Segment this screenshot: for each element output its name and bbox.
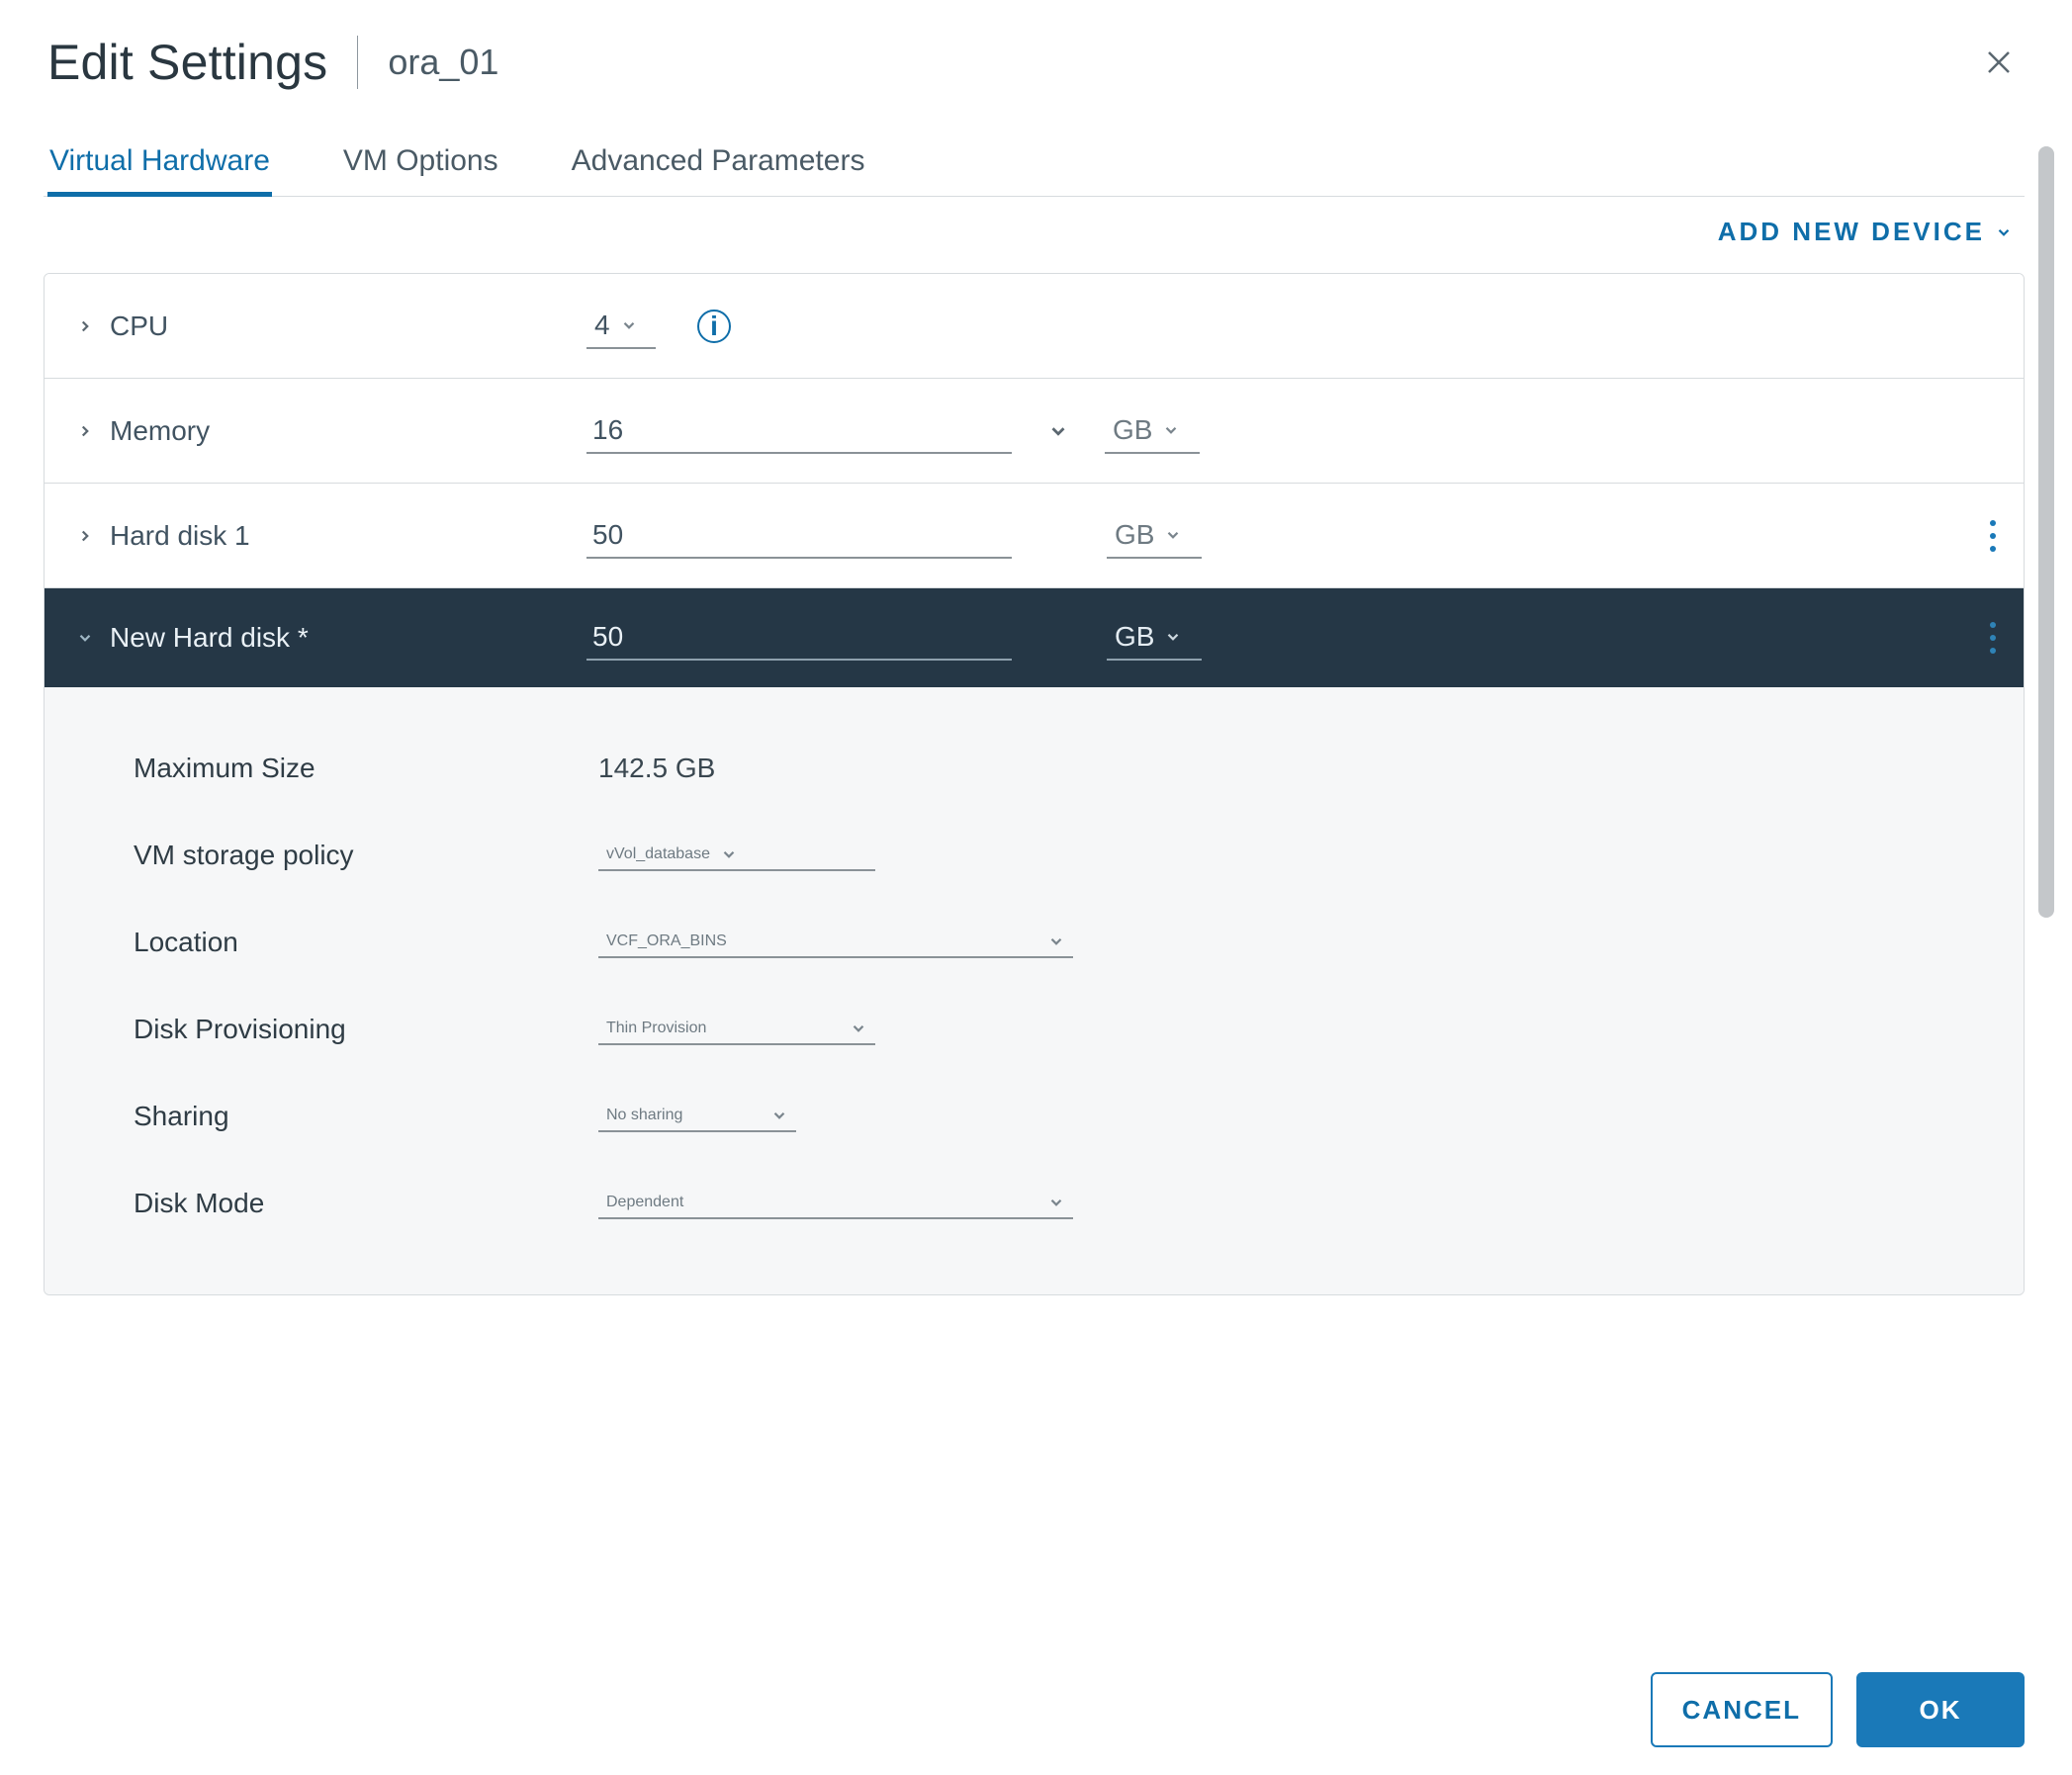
chevron-down-icon [720, 845, 738, 863]
disclosure-memory[interactable] [72, 418, 98, 444]
info-icon[interactable]: i [697, 310, 731, 343]
tab-virtual-hardware[interactable]: Virtual Hardware [47, 144, 272, 196]
storage-policy-label: VM storage policy [134, 840, 559, 871]
detail-sharing: Sharing No sharing [134, 1073, 1996, 1160]
chevron-down-icon [1995, 223, 2013, 241]
new-hdd-actions-menu[interactable] [1980, 618, 2006, 658]
scrollbar[interactable] [2038, 146, 2054, 918]
new-hdd-label: New Hard disk * [110, 622, 309, 654]
scrollbar-thumb[interactable] [2038, 146, 2054, 918]
detail-disk-mode: Disk Mode Dependent [134, 1160, 1996, 1247]
row-hard-disk-1: Hard disk 1 GB [45, 484, 2024, 588]
cpu-count-select[interactable]: 4 [586, 304, 656, 349]
disclosure-cpu[interactable] [72, 313, 98, 339]
sharing-select[interactable]: No sharing [598, 1101, 796, 1132]
disclosure-new-hdd[interactable] [72, 625, 98, 651]
add-new-device-button[interactable]: ADD NEW DEVICE [1718, 217, 2013, 247]
hdd1-actions-menu[interactable] [1980, 516, 2006, 556]
hdd1-label: Hard disk 1 [110, 520, 250, 552]
memory-label: Memory [110, 415, 210, 447]
memory-input[interactable] [586, 408, 1012, 454]
row-cpu: CPU 4 i [45, 274, 2024, 379]
hdd1-unit-value: GB [1115, 519, 1154, 551]
max-size-value: 142.5 GB [598, 753, 715, 784]
cpu-label: CPU [110, 311, 168, 342]
chevron-down-icon[interactable] [1047, 420, 1069, 442]
location-label: Location [134, 927, 559, 958]
location-select[interactable]: VCF_ORA_BINS [598, 927, 1073, 958]
hdd1-size-input[interactable] [586, 513, 1012, 559]
sharing-value: No sharing [606, 1107, 682, 1124]
chevron-down-icon [770, 1107, 788, 1124]
disk-mode-select[interactable]: Dependent [598, 1188, 1073, 1219]
detail-storage-policy: VM storage policy vVol_database [134, 812, 1996, 899]
chevron-down-icon [1164, 526, 1182, 544]
row-new-hard-disk: New Hard disk * GB [45, 588, 2024, 687]
memory-unit-value: GB [1113, 414, 1152, 446]
chevron-down-icon [1047, 1194, 1065, 1211]
cpu-count-value: 4 [594, 310, 610, 341]
chevron-down-icon [1164, 628, 1182, 646]
memory-unit-select[interactable]: GB [1105, 408, 1200, 454]
new-hdd-unit-value: GB [1115, 621, 1154, 653]
tabs: Virtual Hardware VM Options Advanced Par… [44, 115, 2025, 197]
divider [357, 36, 358, 89]
chevron-down-icon [850, 1020, 867, 1037]
location-value: VCF_ORA_BINS [606, 932, 727, 950]
add-new-device-label: ADD NEW DEVICE [1718, 217, 1985, 247]
hdd1-unit-select[interactable]: GB [1107, 513, 1202, 559]
ok-button[interactable]: OK [1856, 1672, 2025, 1747]
vm-name: ora_01 [388, 42, 498, 83]
chevron-down-icon [620, 316, 638, 334]
dialog-title: Edit Settings [47, 34, 327, 91]
detail-location: Location VCF_ORA_BINS [134, 899, 1996, 986]
new-hdd-unit-select[interactable]: GB [1107, 615, 1202, 661]
new-hdd-size-input[interactable] [586, 615, 1012, 661]
sharing-label: Sharing [134, 1101, 559, 1132]
dialog-footer: CANCEL OK [0, 1672, 2072, 1747]
tab-advanced-parameters[interactable]: Advanced Parameters [570, 144, 867, 196]
tab-vm-options[interactable]: VM Options [341, 144, 500, 196]
storage-policy-value: vVol_database [606, 845, 710, 863]
close-icon[interactable] [1977, 41, 2021, 84]
disclosure-hdd1[interactable] [72, 523, 98, 549]
provisioning-value: Thin Provision [606, 1020, 706, 1037]
storage-policy-select[interactable]: vVol_database [598, 840, 875, 871]
detail-provisioning: Disk Provisioning Thin Provision [134, 986, 1996, 1073]
max-size-label: Maximum Size [134, 753, 559, 784]
cancel-button[interactable]: CANCEL [1651, 1672, 1833, 1747]
new-hdd-details: Maximum Size 142.5 GB VM storage policy … [45, 687, 2024, 1294]
actionbar: ADD NEW DEVICE [44, 197, 2025, 273]
row-memory: Memory GB [45, 379, 2024, 484]
disk-mode-value: Dependent [606, 1194, 683, 1211]
provisioning-select[interactable]: Thin Provision [598, 1014, 875, 1045]
chevron-down-icon [1162, 421, 1180, 439]
provisioning-label: Disk Provisioning [134, 1014, 559, 1045]
hardware-panel: CPU 4 i Memory [44, 273, 2025, 1295]
disk-mode-label: Disk Mode [134, 1188, 559, 1219]
chevron-down-icon [1047, 932, 1065, 950]
detail-max-size: Maximum Size 142.5 GB [134, 725, 1996, 812]
dialog-header: Edit Settings ora_01 [44, 34, 2025, 115]
edit-settings-dialog: Edit Settings ora_01 Virtual Hardware VM… [0, 0, 2072, 1775]
